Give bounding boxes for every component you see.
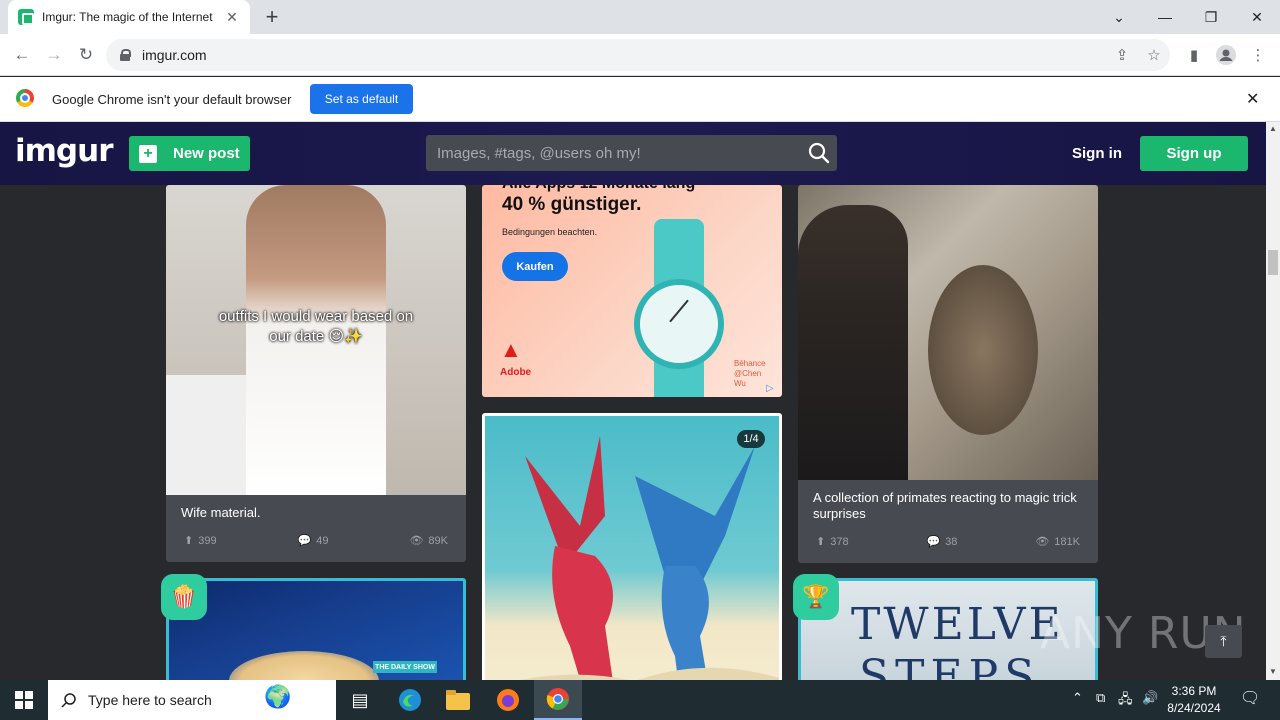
book-title-line1: TWELVE xyxy=(851,599,1064,650)
post-image[interactable]: THE DAILY SHOW xyxy=(169,581,463,680)
task-view-icon[interactable]: ▤ xyxy=(336,680,384,720)
imgur-logo[interactable]: imgur xyxy=(15,133,113,169)
popcorn-badge-icon: 🍿 xyxy=(161,574,207,620)
back-icon[interactable]: ← xyxy=(10,43,34,67)
views-icon: 👁 xyxy=(1035,536,1050,548)
new-post-button[interactable]: + New post xyxy=(129,136,250,171)
taskbar-search-placeholder: Type here to search xyxy=(88,692,212,708)
url-text: imgur.com xyxy=(142,47,207,63)
scroll-up-arrow-icon[interactable]: ▲ xyxy=(1269,124,1277,133)
ad-subtext: Bedingungen beachten. xyxy=(502,227,598,237)
show-hidden-icons-chevron-icon[interactable]: ⌃ xyxy=(1072,690,1083,706)
set-default-button[interactable]: Set as default xyxy=(310,84,413,114)
show-label: THE DAILY SHOW xyxy=(373,661,437,673)
taskbar-clock[interactable]: 3:36 PM 8/24/2024 xyxy=(1160,683,1228,717)
book-title-line2: STEPS xyxy=(859,651,1041,680)
ad-buy-button[interactable]: Kaufen xyxy=(502,252,568,281)
comment-count: 38 xyxy=(945,535,958,548)
gallery-feed: outfits I would wear based on our date 😌… xyxy=(0,185,1266,680)
notification-center-icon[interactable]: 🗨 xyxy=(1240,688,1260,708)
views-icon: 👁 xyxy=(409,535,424,547)
scrollbar-thumb[interactable] xyxy=(1268,250,1278,275)
chrome-logo-icon xyxy=(16,89,34,107)
comment-icon: 💬 xyxy=(297,535,312,547)
post-card[interactable]: 1/4 xyxy=(482,413,782,680)
bookmark-star-icon[interactable]: ☆ xyxy=(1144,45,1164,65)
back-to-top-button[interactable]: ⤒ xyxy=(1205,625,1242,658)
ad-headline-top: Alle Apps 12 Monate lang xyxy=(502,185,695,193)
network-icon[interactable]: 🖧 xyxy=(1118,690,1133,712)
search-highlight-globe-icon: 🌍 xyxy=(264,684,292,709)
upvote-count: 399 xyxy=(198,534,217,547)
menu-kebab-icon[interactable]: ⋮ xyxy=(1248,45,1268,65)
edge-browser-icon[interactable] xyxy=(386,680,434,720)
post-image[interactable] xyxy=(798,185,1098,480)
file-explorer-icon[interactable] xyxy=(434,680,482,720)
new-post-label: New post xyxy=(173,145,240,162)
post-card[interactable]: outfits I would wear based on our date 😌… xyxy=(166,185,466,562)
side-panel-icon[interactable]: ▮ xyxy=(1184,45,1204,65)
view-count: 89K xyxy=(428,534,448,547)
adchoices-icon[interactable]: ▷ xyxy=(766,383,774,394)
sign-up-button[interactable]: Sign up xyxy=(1140,136,1248,171)
imgur-favicon-icon xyxy=(18,9,34,25)
post-overlay-text: outfits I would wear based on our date 😌… xyxy=(218,308,414,345)
reload-icon[interactable]: ↻ xyxy=(74,43,98,67)
upvote-icon[interactable]: ⬆ xyxy=(184,534,193,547)
plus-icon: + xyxy=(139,144,157,163)
infobar-message: Google Chrome isn't your default browser xyxy=(52,92,292,107)
ad-headline: 40 % günstiger. xyxy=(502,194,642,215)
post-image[interactable]: 1/4 xyxy=(485,416,779,680)
tab-search-icon[interactable]: ⌄ xyxy=(1096,0,1142,34)
trophy-badge-icon: 🏆 xyxy=(793,574,839,620)
restore-button[interactable]: ❐ xyxy=(1188,0,1234,34)
new-tab-button[interactable]: + xyxy=(260,5,284,29)
dragons-illustration-icon xyxy=(520,436,779,680)
upvote-count: 378 xyxy=(830,535,849,548)
clock-date: 8/24/2024 xyxy=(1167,701,1221,715)
post-image[interactable]: outfits I would wear based on our date 😌… xyxy=(166,185,466,495)
adobe-logo-icon: ▲ xyxy=(500,337,522,362)
browser-tab[interactable]: Imgur: The magic of the Internet ✕ xyxy=(8,0,250,34)
taskbar-search-icon xyxy=(61,693,76,708)
ad-brand: Adobe xyxy=(500,367,532,378)
volume-icon[interactable]: 🔊 xyxy=(1142,690,1158,706)
comment-count: 49 xyxy=(316,534,329,547)
advertisement-card[interactable]: Alle Apps 12 Monate lang 40 % günstiger.… xyxy=(482,185,782,397)
post-card[interactable]: A collection of primates reacting to mag… xyxy=(798,185,1098,563)
clock-time: 3:36 PM xyxy=(1171,684,1217,698)
lock-icon xyxy=(120,49,131,61)
search-icon[interactable] xyxy=(808,142,830,164)
post-card[interactable]: THE DAILY SHOW xyxy=(166,578,466,680)
share-icon[interactable]: ⇪ xyxy=(1112,45,1132,65)
forward-icon[interactable]: → xyxy=(42,43,66,67)
post-stats: ⬆ 399 💬 49 👁 89K xyxy=(184,534,448,548)
taskbar-search-input[interactable]: Type here to search 🌍 xyxy=(48,680,336,720)
scroll-down-arrow-icon[interactable]: ▼ xyxy=(1269,667,1277,676)
upvote-icon[interactable]: ⬆ xyxy=(816,535,825,548)
minimize-button[interactable]: — xyxy=(1142,0,1188,34)
profile-avatar-icon[interactable] xyxy=(1216,45,1236,65)
watch-illustration-icon xyxy=(634,219,724,397)
tab-title: Imgur: The magic of the Internet xyxy=(42,10,213,24)
window-close-button[interactable]: ✕ xyxy=(1234,0,1280,34)
view-count: 181K xyxy=(1054,535,1080,548)
post-caption[interactable]: Wife material. xyxy=(181,505,260,521)
chrome-taskbar-icon[interactable] xyxy=(534,680,582,720)
album-counter: 1/4 xyxy=(737,430,765,448)
post-stats: ⬆ 378 💬 38 👁 181K xyxy=(816,535,1080,549)
firefox-icon[interactable] xyxy=(484,680,532,720)
comment-icon: 💬 xyxy=(926,536,941,548)
windows-start-icon[interactable] xyxy=(0,680,48,720)
infobar-close-icon[interactable]: ✕ xyxy=(1246,89,1259,109)
sign-in-link[interactable]: Sign in xyxy=(1072,145,1122,162)
tab-close-icon[interactable]: ✕ xyxy=(224,9,240,26)
address-bar[interactable]: imgur.com xyxy=(106,39,1170,71)
post-caption[interactable]: A collection of primates reacting to mag… xyxy=(813,490,1083,522)
search-input[interactable]: Images, #tags, @users oh my! xyxy=(426,135,837,171)
tray-device-icon[interactable]: ⧉ xyxy=(1096,690,1105,706)
page-scrollbar[interactable] xyxy=(1266,122,1280,680)
